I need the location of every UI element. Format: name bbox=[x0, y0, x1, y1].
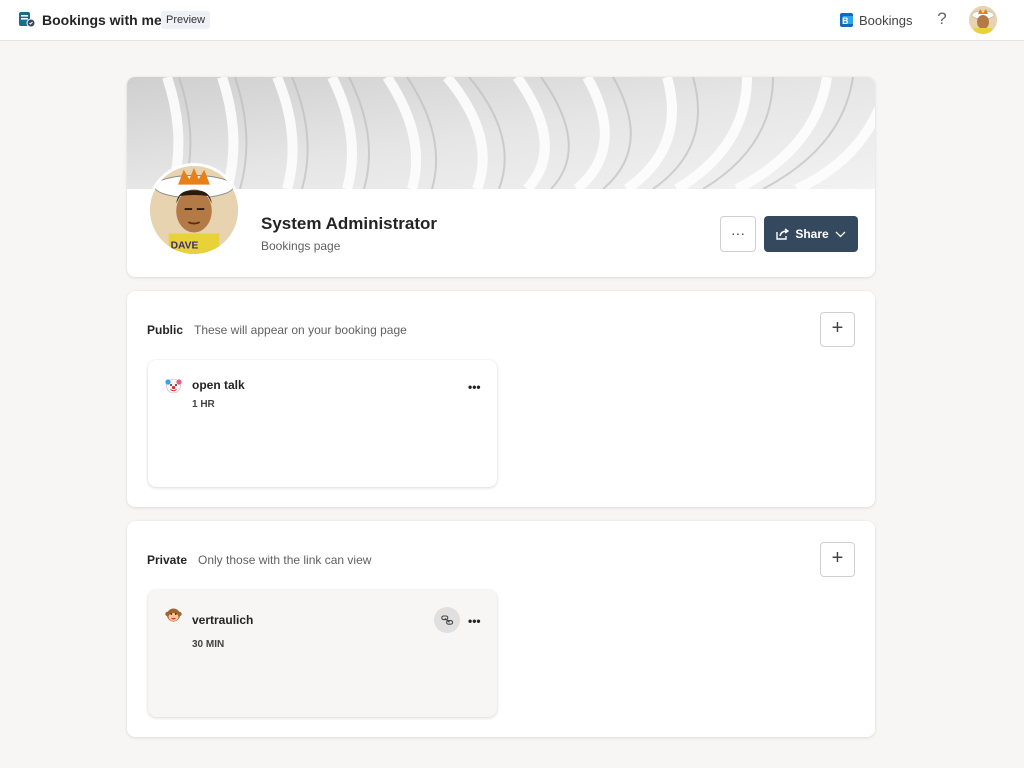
service-duration: 30 MIN bbox=[192, 639, 225, 650]
add-private-service-button[interactable]: + bbox=[820, 542, 855, 577]
profile-avatar: DAVE bbox=[147, 163, 241, 257]
svg-text:DAVE: DAVE bbox=[171, 240, 199, 251]
add-public-service-button[interactable]: + bbox=[820, 312, 855, 347]
banner-image bbox=[127, 77, 875, 189]
svg-text:B: B bbox=[842, 16, 849, 26]
more-options-button[interactable]: ··· bbox=[720, 216, 756, 252]
share-button-label: Share bbox=[795, 227, 829, 241]
user-avatar[interactable] bbox=[969, 6, 997, 34]
private-description: Only those with the link can view bbox=[198, 553, 372, 567]
service-card-open-talk[interactable]: open talk 1 HR ••• bbox=[148, 360, 497, 487]
public-label: Public bbox=[147, 323, 184, 337]
help-icon[interactable]: ? bbox=[934, 9, 950, 29]
bookings-logo-icon: B bbox=[840, 13, 853, 27]
top-bar: Bookings with me Preview B Bookings ? bbox=[0, 0, 1024, 41]
preview-badge: Preview bbox=[161, 11, 211, 29]
public-description: These will appear on your booking page bbox=[194, 323, 407, 337]
profile-subtitle: Bookings page bbox=[261, 239, 341, 253]
service-card-vertraulich[interactable]: vertraulich 30 MIN ••• bbox=[148, 590, 497, 717]
monkey-face-icon bbox=[165, 608, 182, 622]
bookings-link[interactable]: B Bookings bbox=[840, 11, 912, 29]
share-icon bbox=[776, 228, 790, 240]
service-duration: 1 HR bbox=[192, 399, 215, 410]
private-label: Private bbox=[147, 553, 188, 567]
bookings-link-label: Bookings bbox=[859, 12, 913, 28]
chevron-down-icon bbox=[835, 231, 846, 237]
link-icon bbox=[440, 614, 453, 625]
bookings-app-icon bbox=[19, 12, 35, 28]
profile-card: DAVE System Administrator Bookings page … bbox=[127, 77, 875, 277]
public-section: Public These will appear on your booking… bbox=[127, 291, 875, 507]
app-title[interactable]: Bookings with me bbox=[42, 12, 162, 28]
copy-link-button[interactable] bbox=[434, 607, 460, 633]
clown-face-icon bbox=[165, 378, 182, 394]
profile-name: System Administrator bbox=[261, 214, 438, 233]
service-name: vertraulich bbox=[192, 613, 254, 627]
service-name: open talk bbox=[192, 378, 245, 392]
service-more-button[interactable]: ••• bbox=[468, 614, 481, 628]
share-button[interactable]: Share bbox=[764, 216, 858, 252]
private-section: Private Only those with the link can vie… bbox=[127, 521, 875, 737]
service-more-button[interactable]: ••• bbox=[468, 380, 481, 394]
